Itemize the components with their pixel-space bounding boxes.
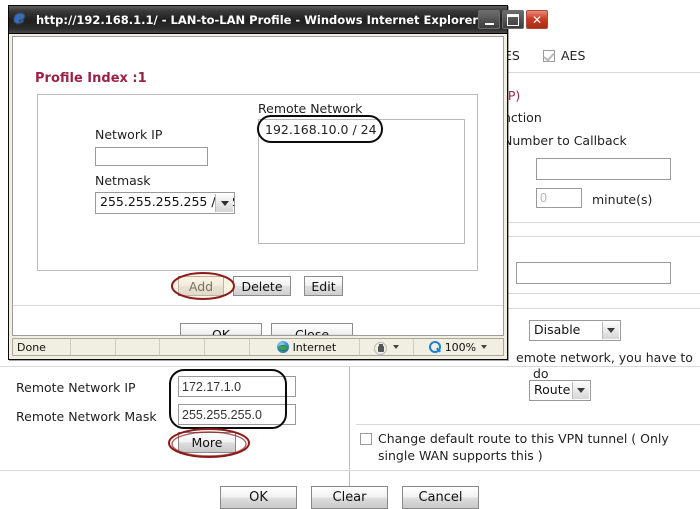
ie-logo-icon: [14, 8, 31, 28]
dialog-separator: [13, 305, 503, 306]
more-button[interactable]: More: [178, 432, 236, 453]
cancel-button[interactable]: Cancel: [402, 486, 479, 509]
chevron-down-icon: [602, 322, 619, 339]
edit-button[interactable]: Edit: [304, 276, 343, 296]
dialog-ok-button[interactable]: OK: [180, 323, 262, 335]
hint-text: emote network, you have to: [516, 350, 693, 365]
globe-icon: [276, 341, 289, 353]
ok-button[interactable]: OK: [220, 486, 297, 509]
section-top-rule: [0, 366, 700, 367]
disable-select[interactable]: Disable: [529, 320, 621, 341]
change-default-route-label: Change default route to this VPN tunnel …: [378, 431, 669, 463]
change-default-route-checkbox[interactable]: [360, 433, 372, 445]
minutes-label: minute(s): [592, 192, 653, 207]
screenshot-root: ES AES (P) nction Number to Callback min…: [0, 0, 700, 509]
status-cell-3: [116, 339, 161, 355]
generic-text-input[interactable]: [516, 262, 671, 284]
callback-number-label: Number to Callback: [503, 133, 627, 148]
disable-select-value: Disable: [534, 322, 581, 337]
chevron-down-icon: [572, 382, 589, 399]
minimize-button[interactable]: [478, 10, 501, 29]
zoom-level: 100%: [444, 340, 477, 354]
remote-network-mask-input[interactable]: [178, 404, 296, 425]
delete-button[interactable]: Delete: [233, 276, 291, 296]
window-title-text: http://192.168.1.1/ - LAN-to-LAN Profile…: [36, 12, 479, 27]
magnifier-icon: [428, 340, 442, 354]
divider-4: [508, 293, 700, 294]
chevron-down-icon[interactable]: [392, 345, 399, 349]
divider-2: [508, 222, 700, 223]
network-ip-label: Network IP: [95, 127, 163, 142]
status-text: Done: [13, 339, 71, 355]
divider-3: [508, 236, 700, 237]
remote-network-listbox[interactable]: 192.168.10.0 / 24: [258, 119, 465, 244]
aes-checkbox[interactable]: [543, 50, 555, 62]
status-cell-2: [71, 339, 116, 355]
truncated-function-text: nction: [503, 110, 542, 125]
remote-network-ip-label: Remote Network IP: [16, 380, 136, 395]
maximize-button[interactable]: [502, 10, 525, 29]
clear-button[interactable]: Clear: [311, 486, 388, 509]
aes-label: AES: [561, 48, 586, 63]
list-item[interactable]: 192.168.10.0 / 24: [259, 120, 464, 139]
idle-timeout-input[interactable]: [536, 188, 582, 208]
netmask-label: Netmask: [95, 173, 151, 188]
window-title-bar[interactable]: http://192.168.1.1/ - LAN-to-LAN Profile…: [9, 6, 549, 34]
status-bar: Done Internet 100%: [12, 338, 504, 356]
window-controls: [478, 10, 552, 29]
close-button[interactable]: [526, 10, 549, 29]
netmask-select[interactable]: 255.255.255.255 / 32: [95, 192, 235, 214]
status-cell-5: [205, 339, 251, 355]
dialog-content-area: Profile Index :1 Network IP Netmask 255.…: [12, 36, 504, 336]
section-bottom-rule: [0, 470, 700, 471]
protected-mode[interactable]: [360, 339, 414, 355]
security-zone[interactable]: Internet: [250, 339, 360, 355]
callback-number-input[interactable]: [536, 158, 671, 180]
divider-6: [356, 424, 700, 425]
zone-label: Internet: [292, 340, 337, 354]
add-button[interactable]: Add: [178, 276, 224, 296]
route-select[interactable]: Route: [529, 380, 591, 401]
remote-network-ip-input[interactable]: [178, 376, 296, 397]
status-cell-4: [160, 339, 206, 355]
network-ip-input[interactable]: [95, 147, 208, 166]
ie-dialog-window: http://192.168.1.1/ - LAN-to-LAN Profile…: [8, 5, 549, 360]
truncated-do-text: do: [533, 366, 549, 381]
profile-index-title: Profile Index :1: [35, 71, 147, 86]
dialog-close-button[interactable]: Close: [271, 323, 353, 335]
remote-network-mask-label: Remote Network Mask: [16, 409, 157, 424]
divider-5: [508, 308, 700, 309]
chevron-down-icon: [215, 194, 233, 212]
lock-icon: [373, 341, 387, 355]
chevron-down-icon[interactable]: [481, 345, 488, 349]
route-select-value: Route: [534, 382, 571, 397]
divider-1: [508, 72, 700, 73]
zoom-control[interactable]: 100%: [414, 339, 503, 355]
remote-network-list-label: Remote Network: [258, 101, 363, 116]
